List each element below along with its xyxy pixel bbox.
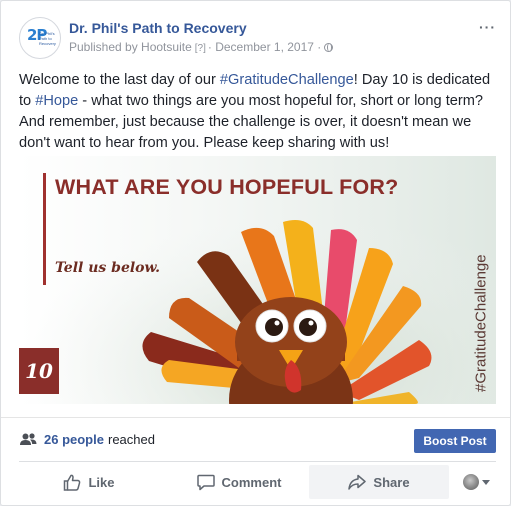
image-title: WHAT ARE YOU HOPEFUL FOR? (55, 175, 399, 199)
like-label: Like (88, 474, 115, 490)
audience-selector[interactable] (456, 465, 496, 499)
post-meta: Published by Hootsuite [?] · December 1, 2… (69, 40, 334, 54)
more-options-icon[interactable]: ··· (479, 19, 496, 35)
page-avatar[interactable]: 2P Dr. Phil's Path to Recovery (19, 17, 61, 59)
post-date-link[interactable]: December 1, 2017 (215, 40, 314, 54)
meta-separator: · (317, 40, 322, 54)
image-hashtag: #GratitudeChallenge (473, 254, 490, 392)
page-name-link[interactable]: Dr. Phil's Path to Recovery (69, 20, 247, 36)
chevron-down-icon (481, 479, 490, 485)
post-body-text: Welcome to the last day of our #Gratitud… (19, 72, 491, 151)
day-number-badge: 10 (19, 348, 59, 394)
meta-separator: · (207, 40, 212, 54)
share-button[interactable]: Share (309, 465, 449, 499)
post-header: 2P Dr. Phil's Path to Recovery Dr. Phil'… (19, 15, 498, 61)
globe-icon[interactable] (324, 43, 334, 52)
hashtag-link[interactable]: #Hope (35, 93, 78, 109)
thumbs-up-icon (64, 474, 81, 491)
reach-count-link[interactable]: 26 people (44, 432, 104, 447)
post-card: 2P Dr. Phil's Path to Recovery Dr. Phil'… (0, 0, 511, 506)
people-icon (20, 433, 37, 445)
help-marker[interactable]: [?] (195, 43, 206, 54)
post-actions: Like Comment Share (19, 461, 496, 503)
like-button[interactable]: Like (19, 465, 159, 499)
published-by-text: Published by Hootsuite (69, 40, 192, 54)
comment-icon (196, 474, 215, 490)
image-subtitle: Tell us below. (55, 260, 161, 276)
title-accent-bar (43, 173, 46, 285)
comment-button[interactable]: Comment (169, 465, 309, 499)
reach-label: reached (108, 432, 155, 447)
post-image[interactable]: WHAT ARE YOU HOPEFUL FOR? Tell us below.… (19, 156, 496, 404)
avatar-logo-text: Dr. Phil's Path to Recovery (39, 31, 56, 46)
comment-label: Comment (221, 474, 282, 490)
hashtag-link[interactable]: #GratitudeChallenge (220, 72, 354, 88)
share-label: Share (373, 474, 410, 490)
user-avatar (462, 474, 479, 490)
reach-bar: 26 people reached Boost Post (1, 417, 510, 461)
share-arrow-icon (348, 474, 367, 490)
boost-post-button[interactable]: Boost Post (414, 429, 496, 453)
